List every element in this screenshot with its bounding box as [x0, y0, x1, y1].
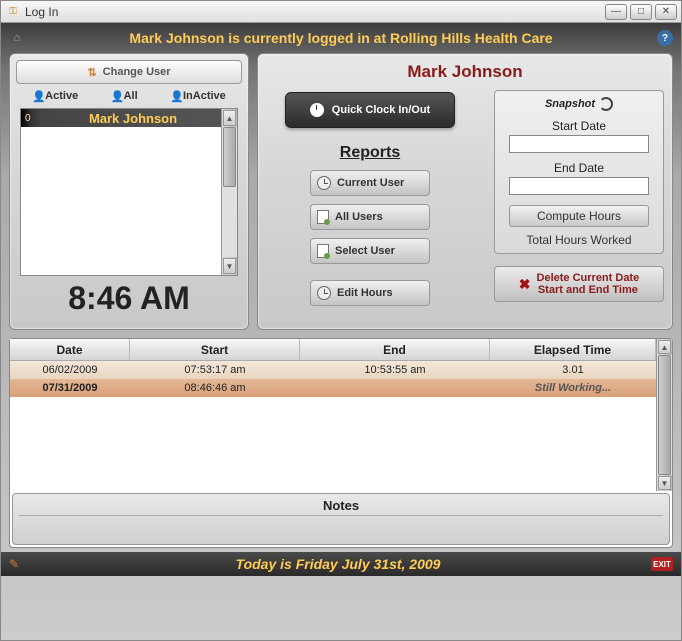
table-row[interactable]: 07/31/2009 08:46:46 am Still Working... — [10, 379, 656, 397]
td-date: 06/02/2009 — [10, 364, 130, 376]
current-user-button[interactable]: Current User — [310, 170, 430, 196]
scroll-thumb[interactable] — [223, 127, 236, 187]
clock-icon — [317, 286, 331, 300]
scroll-down-icon[interactable]: ▼ — [223, 258, 236, 274]
users-icon: ⇅ — [87, 66, 96, 79]
refresh-icon[interactable] — [599, 97, 613, 111]
time-table: Date Start End Elapsed Time 06/02/2009 0… — [9, 338, 673, 548]
user-row-name: Mark Johnson — [45, 111, 221, 126]
key-icon: ⚿ — [5, 6, 21, 18]
user-list-scrollbar[interactable]: ▲ ▼ — [221, 109, 237, 275]
footer-icon: ✎ — [9, 557, 25, 571]
delete-label: Delete Current Date Start and End Time — [537, 272, 640, 296]
footer: ✎ Today is Friday July 31st, 2009 EXIT — [1, 552, 681, 576]
scroll-up-icon[interactable]: ▲ — [658, 340, 671, 354]
th-start[interactable]: Start — [130, 339, 300, 360]
main-header: Mark Johnson — [266, 62, 664, 82]
app-body: ⌂ Mark Johnson is currently logged in at… — [1, 23, 681, 640]
notes-title: Notes — [19, 498, 663, 516]
end-date-label: End Date — [554, 161, 604, 175]
start-date-input[interactable] — [509, 135, 649, 153]
filter-active[interactable]: 👤 Active — [32, 90, 78, 102]
td-start: 08:46:46 am — [130, 382, 300, 394]
snapshot-box: Snapshot Start Date End Date Compute Hou… — [494, 90, 664, 254]
table-row[interactable]: 06/02/2009 07:53:17 am 10:53:55 am 3.01 — [10, 361, 656, 379]
td-elapsed: 3.01 — [490, 364, 656, 376]
footer-text: Today is Friday July 31st, 2009 — [25, 556, 651, 572]
snapshot-column: Snapshot Start Date End Date Compute Hou… — [494, 90, 664, 306]
document-icon — [317, 210, 329, 224]
banner: ⌂ Mark Johnson is currently logged in at… — [9, 27, 673, 49]
user-list[interactable]: 0 Mark Johnson ▲ ▼ — [20, 108, 238, 276]
table-header: Date Start End Elapsed Time — [10, 339, 656, 361]
minimize-button[interactable]: — — [605, 4, 627, 20]
edit-hours-button[interactable]: Edit Hours — [310, 280, 430, 306]
scroll-down-icon[interactable]: ▼ — [658, 476, 671, 490]
person-icon: 👤 — [32, 90, 42, 102]
th-end[interactable]: End — [300, 339, 490, 360]
th-elapsed[interactable]: Elapsed Time — [490, 339, 656, 360]
user-list-row-selected[interactable]: 0 Mark Johnson — [21, 109, 221, 127]
filter-row: 👤 Active 👤 All 👤 InActive — [16, 88, 242, 104]
main-panel: Mark Johnson Quick Clock In/Out Reports … — [257, 53, 673, 330]
all-users-button[interactable]: All Users — [310, 204, 430, 230]
filter-inactive[interactable]: 👤 InActive — [170, 90, 226, 102]
titlebar: ⚿ Log In — □ ✕ — [1, 1, 681, 23]
reports-title: Reports — [340, 144, 400, 162]
filter-all[interactable]: 👤 All — [111, 90, 138, 102]
user-panel: ⇅ Change User 👤 Active 👤 All 👤 InActive — [9, 53, 249, 330]
document-icon — [317, 244, 329, 258]
select-user-button[interactable]: Select User — [310, 238, 430, 264]
filter-inactive-label: InActive — [183, 90, 226, 102]
scroll-thumb[interactable] — [658, 355, 671, 475]
all-users-label: All Users — [335, 211, 383, 223]
total-hours-label: Total Hours Worked — [526, 233, 631, 247]
td-elapsed: Still Working... — [490, 382, 656, 394]
td-date: 07/31/2009 — [10, 382, 130, 394]
td-start: 07:53:17 am — [130, 364, 300, 376]
actions-column: Quick Clock In/Out Reports Current User … — [266, 90, 474, 306]
maximize-button[interactable]: □ — [630, 4, 652, 20]
clock-icon — [310, 103, 324, 117]
snapshot-title: Snapshot — [545, 97, 613, 111]
th-date[interactable]: Date — [10, 339, 130, 360]
person-icon: 👤 — [111, 90, 121, 102]
start-date-label: Start Date — [552, 119, 606, 133]
current-time: 8:46 AM — [16, 280, 242, 317]
close-button[interactable]: ✕ — [655, 4, 677, 20]
home-icon[interactable]: ⌂ — [9, 30, 25, 46]
person-icon: 👤 — [170, 90, 180, 102]
compute-hours-button[interactable]: Compute Hours — [509, 205, 649, 227]
select-user-label: Select User — [335, 245, 395, 257]
help-icon[interactable]: ? — [657, 30, 673, 46]
user-row-index: 0 — [25, 113, 45, 124]
delete-icon: ✖ — [519, 276, 531, 293]
change-user-button[interactable]: ⇅ Change User — [16, 60, 242, 84]
notes-area[interactable] — [19, 516, 663, 540]
snapshot-title-label: Snapshot — [545, 98, 595, 110]
delete-line2: Start and End Time — [537, 284, 640, 296]
banner-text: Mark Johnson is currently logged in at R… — [25, 30, 657, 46]
quick-clock-button[interactable]: Quick Clock In/Out — [285, 92, 455, 128]
filter-active-label: Active — [45, 90, 78, 102]
table-scrollbar[interactable]: ▲ ▼ — [656, 339, 672, 491]
window-title: Log In — [25, 5, 58, 19]
edit-hours-label: Edit Hours — [337, 287, 393, 299]
current-user-label: Current User — [337, 177, 404, 189]
change-user-label: Change User — [103, 66, 171, 78]
notes-panel: Notes — [12, 493, 670, 545]
quick-clock-label: Quick Clock In/Out — [332, 104, 430, 116]
exit-button[interactable]: EXIT — [651, 557, 673, 571]
scroll-up-icon[interactable]: ▲ — [223, 110, 236, 126]
td-end: 10:53:55 am — [300, 364, 490, 376]
delete-line1: Delete Current Date — [537, 272, 640, 284]
app-window: ⚿ Log In — □ ✕ ⌂ Mark Johnson is current… — [0, 0, 682, 641]
end-date-input[interactable] — [509, 177, 649, 195]
delete-current-button[interactable]: ✖ Delete Current Date Start and End Time — [494, 266, 664, 302]
filter-all-label: All — [124, 90, 138, 102]
clock-icon — [317, 176, 331, 190]
